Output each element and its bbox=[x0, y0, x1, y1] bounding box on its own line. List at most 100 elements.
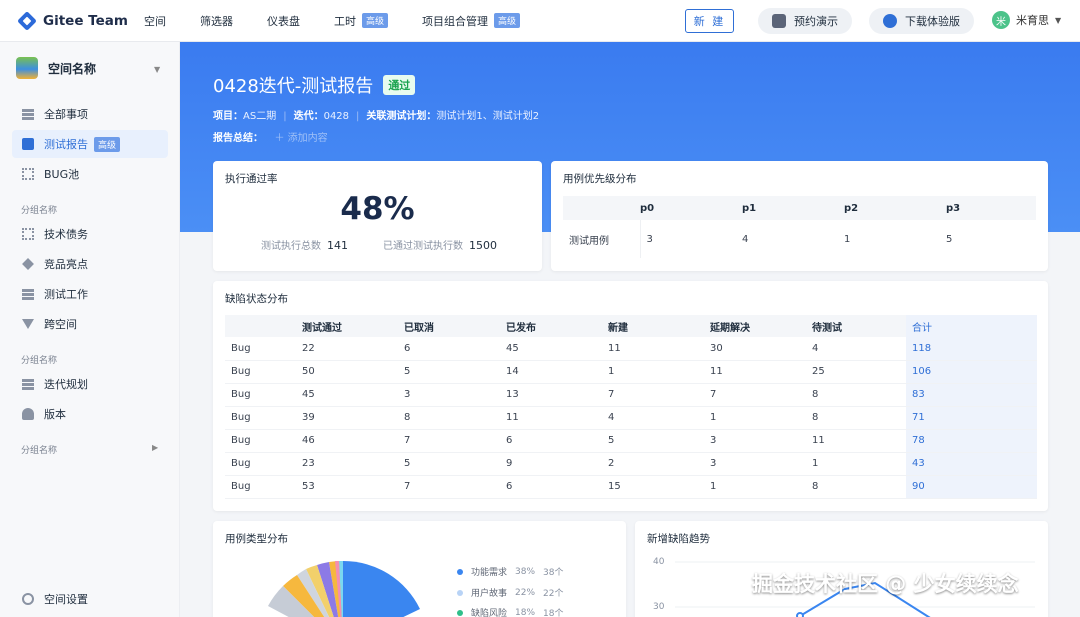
legend-pct: 38% bbox=[515, 566, 536, 577]
demo-label: 预约演示 bbox=[794, 15, 838, 28]
table-cell: 4 bbox=[742, 233, 749, 245]
sidebar-item-space-settings[interactable]: 空间设置 bbox=[12, 585, 168, 613]
pie-slice bbox=[343, 560, 420, 617]
table-cell: 45 bbox=[296, 383, 398, 407]
case-type-card: 用例类型分布 功能需求 38% 38个 用户故事 22% 22个 缺陷风险 18… bbox=[213, 521, 626, 617]
table-header: 合计 bbox=[906, 315, 1037, 337]
sidebar-item-tech-debt[interactable]: 技术债务 bbox=[12, 220, 168, 248]
table-row: Bug 39 8 11 4 1 8 71 bbox=[225, 406, 1037, 430]
table-cell: 6 bbox=[398, 337, 500, 361]
table-cell: 46 bbox=[296, 429, 398, 453]
table-header: 已发布 bbox=[500, 315, 602, 337]
report-icon bbox=[22, 138, 34, 150]
nav-item-space[interactable]: 空间 bbox=[144, 13, 166, 29]
total-cell[interactable]: 71 bbox=[906, 406, 1037, 430]
total-cell[interactable]: 83 bbox=[906, 383, 1037, 407]
table-header: p3 bbox=[946, 196, 1036, 220]
advanced-badge: 高级 bbox=[494, 13, 521, 28]
table-cell: 7 bbox=[704, 383, 806, 407]
total-cell[interactable]: 78 bbox=[906, 429, 1037, 453]
table-header bbox=[563, 196, 640, 220]
gitee-logo-icon bbox=[17, 10, 37, 31]
table-row: Bug 45 3 13 7 7 8 83 bbox=[225, 383, 1037, 407]
table-cell: 7 bbox=[398, 429, 500, 453]
table-cell: 5 bbox=[398, 452, 500, 476]
summary-label: 报告总结： bbox=[213, 133, 263, 144]
sidebar-item-competitor[interactable]: 竞品亮点 bbox=[12, 250, 168, 278]
chevron-down-icon[interactable]: ▼ bbox=[154, 65, 160, 74]
table-header: 新建 bbox=[602, 315, 704, 337]
table-cell: 3 bbox=[704, 429, 806, 453]
table-cell: 7 bbox=[398, 475, 500, 499]
sidebar-item-version[interactable]: 版本 bbox=[12, 400, 168, 428]
total-cell[interactable]: 118 bbox=[906, 337, 1037, 361]
nav-item-filters[interactable]: 筛选器 bbox=[200, 13, 233, 29]
total-cell[interactable]: 43 bbox=[906, 452, 1037, 476]
new-button[interactable]: 新 建 bbox=[685, 9, 734, 33]
total-cell[interactable]: 90 bbox=[906, 475, 1037, 499]
divider: | bbox=[283, 111, 287, 122]
trend-point[interactable] bbox=[796, 612, 804, 617]
total-cell[interactable]: 106 bbox=[906, 360, 1037, 384]
table-row: Bug 23 5 9 2 3 1 43 bbox=[225, 452, 1037, 476]
nav-item-portfolio[interactable]: 项目组合管理 高级 bbox=[422, 13, 521, 29]
nav-label: 项目组合管理 bbox=[422, 14, 489, 28]
legend-name: 功能需求 bbox=[471, 568, 508, 578]
sidebar-item-test-work[interactable]: 测试工作 bbox=[12, 280, 168, 308]
defect-status-table: 测试通过 已取消 已发布 新建 延期解决 待测试 合计 Bug 22 6 45 11 30… bbox=[225, 315, 1037, 499]
space-icon bbox=[16, 57, 38, 79]
sidebar-item-bug-pool[interactable]: BUG池 bbox=[12, 160, 168, 188]
card-title: 用例优先级分布 bbox=[563, 173, 637, 185]
sidebar-item-test-report[interactable]: 测试报告 高级 bbox=[12, 130, 168, 158]
table-header bbox=[225, 315, 296, 337]
table-cell: 53 bbox=[296, 475, 398, 499]
passed-executions: 已通过测试执行数 1500 bbox=[383, 237, 497, 252]
report-title: 0428迭代-测试报告 bbox=[213, 76, 374, 97]
table-cell: 8 bbox=[806, 383, 906, 407]
video-icon bbox=[772, 14, 786, 28]
sidebar-group-label: 分组名称 bbox=[21, 356, 58, 366]
plan-label: 关联测试计划： bbox=[366, 111, 437, 122]
add-summary-button[interactable]: ＋ 添加内容 bbox=[274, 133, 327, 144]
status-badge: 通过 bbox=[383, 75, 416, 95]
legend-dot bbox=[457, 589, 463, 596]
sidebar-item-all-items[interactable]: 全部事项 bbox=[12, 100, 168, 128]
table-header-row: 测试通过 已取消 已发布 新建 延期解决 待测试 合计 bbox=[225, 315, 1037, 337]
table-cell: 23 bbox=[296, 452, 398, 476]
list-icon bbox=[22, 108, 34, 112]
chevron-right-icon[interactable]: ▶ bbox=[152, 443, 158, 452]
legend-dot bbox=[457, 609, 463, 616]
iteration-value: 0428 bbox=[323, 111, 350, 122]
filter-icon bbox=[22, 319, 34, 329]
table-header: 延期解决 bbox=[704, 315, 806, 337]
defect-status-card: 缺陷状态分布 测试通过 已取消 已发布 新建 延期解决 待测试 合计 Bug 22… bbox=[213, 281, 1048, 511]
nav-item-worktime[interactable]: 工时 高级 bbox=[334, 13, 389, 29]
plan-value[interactable]: 测试计划1、测试计划2 bbox=[436, 111, 539, 122]
list-icon bbox=[22, 378, 34, 382]
user-name: 米育思 bbox=[1016, 14, 1049, 27]
sidebar: 空间名称 ▼ 全部事项 测试报告 高级 BUG池 分组名称 技术债务 竞品亮点 … bbox=[0, 42, 180, 617]
download-button[interactable]: 下载体验版 bbox=[869, 8, 974, 34]
demo-button[interactable]: 预约演示 bbox=[758, 8, 852, 34]
download-icon bbox=[883, 14, 897, 28]
table-cell: 15 bbox=[602, 475, 704, 499]
tag-icon bbox=[22, 258, 34, 270]
sidebar-item-iteration-plan[interactable]: 迭代规划 bbox=[12, 370, 168, 398]
sidebar-item-cross-space[interactable]: 跨空间 bbox=[12, 310, 168, 338]
priority-card: 用例优先级分布 p0 p1 p2 p3 测试用例 3 4 1 5 bbox=[551, 161, 1048, 271]
brand-logo[interactable]: Gitee Team bbox=[17, 10, 144, 31]
table-cell: 8 bbox=[806, 406, 906, 430]
table-row: Bug 53 7 6 15 1 8 90 bbox=[225, 475, 1037, 499]
legend-item: 缺陷风险 18% 18个 bbox=[457, 606, 563, 617]
table-header: p1 bbox=[742, 196, 844, 220]
legend-count: 38个 bbox=[543, 568, 564, 578]
nav-item-dashboard[interactable]: 仪表盘 bbox=[267, 13, 300, 29]
sidebar-item-label: 迭代规划 bbox=[44, 378, 88, 391]
table-cell: 3 bbox=[646, 233, 653, 245]
sidebar-group-label[interactable]: 分组名称 bbox=[21, 443, 57, 456]
user-menu[interactable]: 米 米育思 ▼ bbox=[992, 11, 1061, 29]
legend-name: 用户故事 bbox=[471, 589, 508, 599]
table-cell: 6 bbox=[500, 429, 602, 453]
pass-rate-card: 执行通过率 48% 测试执行总数 141 已通过测试执行数 1500 bbox=[213, 161, 542, 271]
nav-label: 空间 bbox=[144, 14, 166, 28]
